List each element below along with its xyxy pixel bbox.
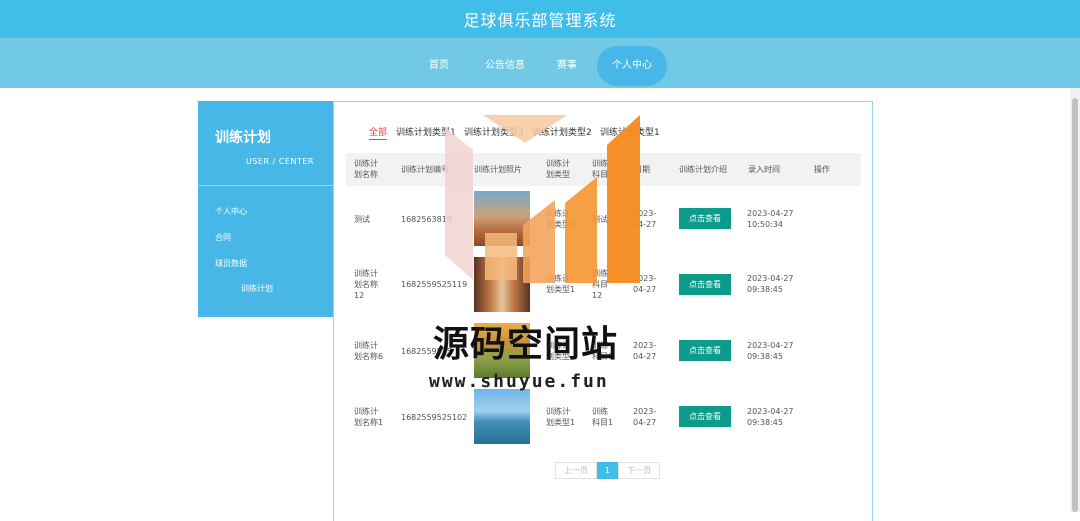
filter-type-1[interactable]: 训练计划类型1	[396, 125, 456, 138]
row-code: 1682559525	[401, 347, 452, 356]
row-photo	[474, 323, 530, 378]
col-subject: 训练 科目	[592, 159, 608, 179]
nav-announcements[interactable]: 公告信息	[485, 46, 525, 86]
prev-page-button[interactable]: 上一页	[555, 462, 597, 479]
col-date: 日期	[634, 165, 650, 174]
pagination: 上一页 1 下一页	[555, 462, 661, 479]
row-subject: 训练 科目1	[592, 407, 614, 427]
filter-type-2[interactable]: 训练计划类型2	[532, 125, 592, 138]
row-subject: 训练 科目6	[592, 341, 614, 361]
sidebar: 训练计划 USER / CENTER 个人中心 合同 球员数据 训练计划	[198, 101, 333, 317]
row-subject: 训练 科目 12	[592, 269, 608, 300]
nav-personal-center[interactable]: 个人中心	[597, 46, 667, 86]
row-date: 2023- 04-27	[633, 274, 657, 294]
view-details-button[interactable]: 点击查看	[679, 274, 731, 295]
row-type: 训练计 划类型1	[546, 407, 576, 427]
col-intro: 训练计划介绍	[679, 165, 727, 174]
col-name: 训练计 划名称	[354, 159, 378, 179]
col-photo: 训练计划照片	[474, 165, 522, 174]
row-code: 1682559525119	[401, 280, 468, 289]
view-details-button[interactable]: 点击查看	[679, 340, 731, 361]
sidebar-item-training-plan[interactable]: 训练计划	[241, 283, 273, 294]
row-code: 1682563819	[401, 215, 452, 224]
row-type: 训练计 划类型1	[546, 209, 576, 229]
sidebar-title: 训练计划	[215, 130, 271, 146]
row-code: 1682559525102	[401, 413, 468, 422]
view-details-button[interactable]: 点击查看	[679, 406, 731, 427]
row-subject: 测试	[592, 215, 608, 224]
content-panel: 全部 训练计划类型1 训练计划类型3 训练计划类型2 训练计划类型1 训练计 划…	[333, 101, 873, 521]
view-details-button[interactable]: 点击查看	[679, 208, 731, 229]
app-header: 足球俱乐部管理系统	[0, 0, 1080, 38]
row-photo	[474, 191, 530, 246]
row-entry-time: 2023-04-27 09:38:45	[747, 274, 794, 294]
sidebar-item-contract[interactable]: 合同	[215, 232, 231, 243]
row-entry-time: 2023-04-27 09:38:45	[747, 407, 794, 427]
sidebar-subtitle: USER / CENTER	[246, 157, 314, 166]
row-photo	[474, 389, 530, 444]
row-entry-time: 2023-04-27 09:38:45	[747, 341, 794, 361]
nav-home[interactable]: 首页	[429, 46, 449, 86]
col-operation: 操作	[814, 165, 830, 174]
col-code: 训练计划编号	[401, 165, 449, 174]
col-entry-time: 录入时间	[748, 165, 780, 174]
next-page-button[interactable]: 下一页	[618, 462, 661, 479]
filter-type-3[interactable]: 训练计划类型3	[464, 125, 524, 138]
row-name: 测试	[354, 215, 370, 224]
row-name: 训练计 划名称1	[354, 407, 384, 427]
row-date: 2023- 04-27	[633, 341, 657, 361]
filter-all[interactable]: 全部	[369, 125, 388, 140]
row-entry-time: 2023-04-27 10:50:34	[747, 209, 794, 229]
row-type: 训练计 划类型	[546, 341, 570, 361]
row-photo	[474, 257, 530, 312]
app-title: 足球俱乐部管理系统	[463, 11, 617, 30]
row-date: 2023- 04-27	[633, 407, 657, 427]
row-date: 2023- 04-27	[633, 209, 657, 229]
scrollbar-thumb[interactable]	[1072, 98, 1078, 512]
filter-type-1-b[interactable]: 训练计划类型1	[600, 125, 660, 138]
nav-matches[interactable]: 赛事	[557, 46, 577, 86]
main-nav: 首页 公告信息 赛事 个人中心	[0, 38, 1080, 88]
sidebar-divider	[198, 185, 333, 186]
row-name: 训练计 划名称6	[354, 341, 384, 361]
table-header: 训练计 划名称 训练计划编号 训练计划照片 训练计 划类型 训练 科目 日期 训…	[346, 153, 861, 186]
sidebar-item-player-data[interactable]: 球员数据	[215, 258, 247, 269]
row-type: 训练计 划类型1	[546, 274, 576, 294]
sidebar-item-personal-center[interactable]: 个人中心	[215, 206, 247, 217]
row-name: 训练计 划名称 12	[354, 269, 378, 300]
col-type: 训练计 划类型	[546, 159, 570, 179]
page-1-button[interactable]: 1	[597, 462, 619, 479]
